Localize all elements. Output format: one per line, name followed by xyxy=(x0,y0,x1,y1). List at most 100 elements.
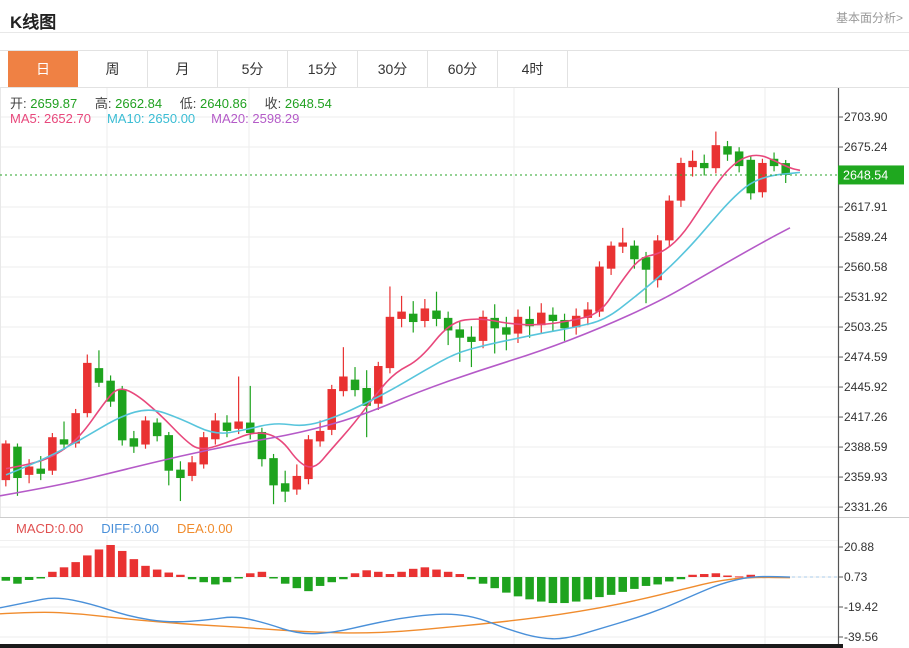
macd-bar xyxy=(211,577,220,584)
widget-header: K线图 基本面分析> xyxy=(0,0,909,33)
tab-5min[interactable]: 5分 xyxy=(218,51,288,87)
tab-30min[interactable]: 30分 xyxy=(358,51,428,87)
candle-body xyxy=(723,146,732,154)
price-tick-label: 2445.92 xyxy=(844,380,888,394)
candle-body xyxy=(630,246,639,260)
candle-body xyxy=(36,469,45,474)
close-label: 收: xyxy=(265,96,282,111)
macd-bar xyxy=(234,577,243,578)
candles-layer xyxy=(2,132,790,505)
macd-bar xyxy=(95,549,104,577)
high-label: 高: xyxy=(95,96,112,111)
ma5-readout: MA5: 2652.70 xyxy=(10,111,91,126)
candlestick-chart: 2703.902675.242617.912589.242560.582531.… xyxy=(0,88,909,517)
macd-bar xyxy=(700,574,709,577)
open-label: 开: xyxy=(10,96,27,111)
ma-readout: MA5: 2652.70MA10: 2650.00MA20: 2598.29 xyxy=(10,111,299,126)
macd-bar xyxy=(2,577,11,581)
main-chart-panel: 2703.902675.242617.912589.242560.582531.… xyxy=(0,88,909,517)
macd-bar xyxy=(118,551,127,577)
macd-bar xyxy=(246,573,255,577)
tab-60min[interactable]: 60分 xyxy=(428,51,498,87)
ma20-line xyxy=(0,228,790,496)
page-title: K线图 xyxy=(10,8,56,33)
macd-bar xyxy=(83,555,92,577)
tab-day[interactable]: 日 xyxy=(8,51,78,87)
candle-body xyxy=(712,145,721,168)
macd-bar xyxy=(339,577,348,579)
close-value: 2648.54 xyxy=(285,96,332,111)
candle-body xyxy=(409,314,418,322)
candle-body xyxy=(211,420,220,439)
candle-body xyxy=(60,439,69,444)
candle-body xyxy=(141,420,150,444)
fundamental-analysis-link[interactable]: 基本面分析> xyxy=(836,9,903,26)
candle-body xyxy=(188,462,197,476)
macd-grid-layer xyxy=(0,519,838,644)
candle-body xyxy=(607,246,616,269)
macd-bar xyxy=(199,577,208,582)
macd-bar xyxy=(176,575,185,577)
candle-body xyxy=(688,161,697,167)
macd-bar xyxy=(572,577,581,602)
macd-bar xyxy=(514,577,523,596)
macd-bar xyxy=(525,577,534,599)
macd-bar xyxy=(421,567,430,577)
candle-body xyxy=(642,257,651,270)
tab-month[interactable]: 月 xyxy=(148,51,218,87)
macd-bar xyxy=(223,577,232,582)
price-tick-label: 2675.24 xyxy=(844,140,888,154)
candle-body xyxy=(537,313,546,326)
macd-bar xyxy=(374,572,383,577)
candle-body xyxy=(130,438,139,446)
macd-bar xyxy=(351,573,360,577)
candle-body xyxy=(95,368,104,383)
macd-bar xyxy=(432,570,441,577)
macd-bar xyxy=(653,577,662,584)
tab-15min[interactable]: 15分 xyxy=(288,51,358,87)
candle-body xyxy=(223,423,232,431)
price-tick-label: 2474.59 xyxy=(844,350,888,364)
macd-bar xyxy=(712,573,721,577)
candle-body xyxy=(234,422,243,429)
candle-body xyxy=(339,376,348,391)
candle-body xyxy=(700,163,709,168)
macd-bar xyxy=(607,577,616,595)
macd-bar xyxy=(13,577,21,584)
dea-value: DEA:0.00 xyxy=(177,521,233,536)
macd-bar xyxy=(304,577,313,591)
candle-body xyxy=(386,317,395,368)
macd-readout: MACD:0.00DIFF:0.00DEA:0.00 xyxy=(16,521,233,536)
macd-bar xyxy=(735,576,744,577)
macd-bar xyxy=(688,575,697,577)
candle-body xyxy=(293,476,302,490)
price-tick-label: 2417.26 xyxy=(844,410,888,424)
candle-body xyxy=(549,315,558,321)
candle-body xyxy=(176,470,185,478)
candle-body xyxy=(502,327,511,334)
candle-body xyxy=(165,435,174,471)
macd-bar xyxy=(362,570,371,577)
macd-bar xyxy=(595,577,604,597)
tab-4hour[interactable]: 4时 xyxy=(498,51,568,87)
price-tick-label: 2617.91 xyxy=(844,200,888,214)
macd-tick-label: -19.42 xyxy=(844,600,878,614)
macd-bar xyxy=(490,577,499,588)
candle-body xyxy=(304,439,313,479)
tab-week[interactable]: 周 xyxy=(78,51,148,87)
open-value: 2659.87 xyxy=(30,96,77,111)
macd-bar xyxy=(60,567,69,577)
price-tick-label: 2560.58 xyxy=(844,260,888,274)
macd-bar xyxy=(36,577,45,578)
candle-body xyxy=(595,267,604,312)
diff-value: DIFF:0.00 xyxy=(101,521,159,536)
macd-bar xyxy=(642,577,651,586)
macd-bar xyxy=(153,570,162,577)
ma-lines-layer xyxy=(0,155,800,495)
candle-body xyxy=(258,432,267,459)
macd-bar xyxy=(281,577,290,584)
macd-axis: 20.880.73-19.42-39.56 xyxy=(838,517,878,648)
low-value: 2640.86 xyxy=(200,96,247,111)
candle-body xyxy=(281,483,290,491)
macd-bar xyxy=(316,577,325,586)
